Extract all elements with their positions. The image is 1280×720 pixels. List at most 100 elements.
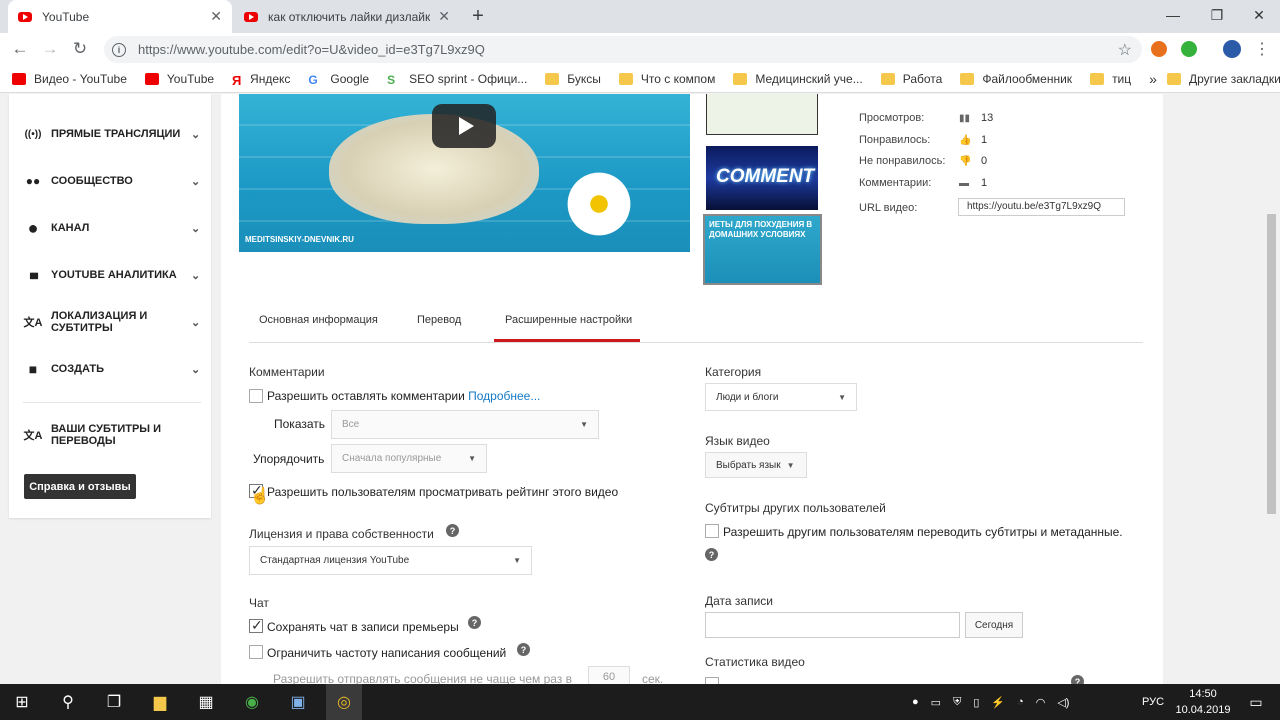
forward-icon[interactable]: →: [38, 37, 62, 61]
sidebar-item-analytics[interactable]: ▮▮▮ YOUTUBE АНАЛИТИКА ⌄: [23, 260, 203, 290]
help-feedback-button[interactable]: Справка и отзывы: [24, 474, 136, 499]
minimize-button[interactable]: —: [1150, 0, 1196, 30]
mouse-cursor-icon: ☝: [250, 488, 270, 505]
save-chat-checkbox[interactable]: [249, 617, 263, 634]
calculator-icon[interactable]: ▦: [188, 684, 224, 720]
allow-subtitles-checkbox[interactable]: [705, 524, 719, 538]
tray-icon[interactable]: ▯: [973, 696, 979, 709]
bookmark-folder[interactable]: Работа: [880, 72, 942, 86]
back-icon[interactable]: ←: [8, 37, 32, 61]
play-icon[interactable]: [432, 104, 496, 148]
folder-icon: [1166, 72, 1181, 85]
limit-seconds-input[interactable]: 60: [588, 666, 630, 684]
help-icon[interactable]: ?: [446, 524, 459, 537]
network-icon[interactable]: ◔: [1017, 696, 1024, 708]
app-icon[interactable]: ▣: [280, 684, 316, 720]
system-tray-icons[interactable]: ● ▭ ⛨ ▯ ⚡ ◔ ◠ ◁): [912, 684, 1069, 720]
bookmark-folder[interactable]: Что с компом: [618, 72, 715, 86]
address-bar[interactable]: i https://www.youtube.com/edit?o=U&video…: [104, 36, 1142, 63]
show-select[interactable]: Все ▼: [331, 410, 599, 439]
shield-icon[interactable]: ⛨: [953, 696, 961, 709]
thumbnail-text: COMMENT: [716, 166, 815, 187]
bookmark-label: Файлообменник: [982, 71, 1073, 86]
thumbnail-option-3-selected[interactable]: ИЕТЫ ДЛЯ ПОХУДЕНИЯ В ДОМАШНИХ УСЛОВИЯХ: [703, 214, 822, 285]
more-bookmarks-button[interactable]: »: [1149, 71, 1157, 87]
chrome-icon[interactable]: ◎: [326, 684, 362, 720]
allow-subtitles-label: Разрешить другим пользователям переводит…: [723, 525, 1123, 539]
help-icon[interactable]: ?: [1071, 675, 1084, 684]
bookmark-star-icon[interactable]: ☆: [1118, 40, 1132, 60]
video-stats-checkbox[interactable]: [705, 677, 719, 684]
bookmark-folder[interactable]: тиц: [1090, 72, 1131, 86]
menu-dots-icon[interactable]: ⋮: [1254, 39, 1270, 59]
steam-icon[interactable]: ●: [912, 696, 919, 708]
bookmark-folder[interactable]: Файлообменник: [960, 72, 1072, 86]
language-indicator[interactable]: РУС: [1142, 684, 1164, 720]
file-explorer-icon[interactable]: ▆: [142, 684, 178, 720]
windows-start-icon[interactable]: ⊞: [4, 684, 40, 720]
sidebar-item-subtitles[interactable]: 文A ВАШИ СУБТИТРЫ И ПЕРЕВОДЫ: [23, 420, 203, 450]
volume-icon[interactable]: ◁): [1057, 696, 1069, 709]
search-icon[interactable]: ⚲: [50, 684, 86, 720]
tab-advanced[interactable]: Расширенные настройки: [505, 298, 632, 342]
browser-tab-youtube[interactable]: YouTube ✕: [8, 0, 232, 33]
sidebar-item-channel[interactable]: ● КАНАЛ ⌄: [23, 213, 203, 243]
license-select[interactable]: Стандартная лицензия YouTube ▼: [249, 546, 532, 575]
browser-tab-search[interactable]: как отключить лайки дизлайк ✕: [234, 0, 460, 33]
other-bookmarks-folder[interactable]: Другие закладки: [1166, 72, 1280, 86]
wifi-icon[interactable]: ◠: [1036, 696, 1046, 709]
bookmark-item[interactable]: Видео - YouTube: [12, 72, 127, 86]
video-url-field[interactable]: https://youtu.be/e3Tg7L9xz9Q: [958, 198, 1125, 216]
url-text[interactable]: https://www.youtube.com/edit?o=U&video_i…: [138, 42, 485, 57]
notifications-icon[interactable]: ▭: [1238, 684, 1274, 720]
task-view-icon[interactable]: ❐: [96, 684, 132, 720]
likes-value: 👍 1: [959, 134, 987, 146]
language-select[interactable]: Выбрать язык ▼: [705, 452, 807, 478]
scrollbar-thumb[interactable]: [1267, 214, 1276, 514]
help-icon[interactable]: ?: [517, 643, 530, 656]
profile-avatar[interactable]: [1223, 40, 1241, 58]
category-select[interactable]: Люди и блоги ▼: [705, 383, 857, 411]
bookmark-item[interactable]: G Google: [308, 72, 369, 87]
youtube-icon: [12, 72, 26, 85]
site-info-icon[interactable]: i: [112, 42, 126, 57]
page-scrollbar[interactable]: [1263, 94, 1280, 684]
new-tab-button[interactable]: +: [466, 4, 490, 28]
bookmark-folder[interactable]: Медицинский уче...: [733, 72, 863, 86]
bookmark-label: Буксы: [567, 71, 601, 86]
thumbnail-option-1[interactable]: [706, 94, 818, 135]
extension-icon[interactable]: [1181, 41, 1197, 57]
reload-icon[interactable]: ↻: [68, 37, 92, 61]
help-icon[interactable]: ?: [705, 548, 718, 561]
bookmark-item[interactable]: S SEO sprint - Офици...: [387, 72, 527, 87]
record-date-input[interactable]: [705, 612, 960, 638]
bookmark-folder[interactable]: Буксы: [545, 72, 601, 86]
sidebar-item-localization[interactable]: 文A ЛОКАЛИЗАЦИЯ И СУБТИТРЫ ⌄: [23, 307, 203, 337]
tab-close-icon[interactable]: ✕: [210, 8, 222, 25]
sort-select[interactable]: Сначала популярные ▼: [331, 444, 487, 473]
tab-basic-info[interactable]: Основная информация: [259, 298, 378, 342]
bookmark-item[interactable]: YouTube: [144, 72, 214, 86]
thumbnail-option-2[interactable]: COMMENT: [706, 146, 818, 210]
tray-icon[interactable]: ⚡: [991, 696, 1005, 709]
window-close-button[interactable]: ✕: [1236, 0, 1280, 30]
sidebar-item-live[interactable]: ((•)) ПРЯМЫЕ ТРАНСЛЯЦИИ ⌄: [23, 119, 203, 149]
today-button[interactable]: Сегодня: [965, 612, 1023, 638]
bookmark-item[interactable]: Я Яндекс: [232, 72, 290, 88]
video-player[interactable]: MEDITSINSKIY-DNEVNIK.RU: [239, 94, 690, 252]
tray-icon[interactable]: ▭: [931, 696, 941, 709]
caret-down-icon: ▼: [513, 556, 521, 565]
maximize-button[interactable]: ❐: [1194, 0, 1240, 30]
allow-rating-label: Разрешить пользователям просматривать ре…: [267, 485, 619, 499]
sidebar-item-community[interactable]: ●● СООБЩЕСТВО ⌄: [23, 166, 203, 196]
tab-translation[interactable]: Перевод: [417, 298, 461, 342]
extension-icon[interactable]: [1151, 41, 1167, 57]
limit-chat-checkbox[interactable]: [249, 645, 263, 659]
tab-close-icon[interactable]: ✕: [438, 8, 450, 25]
allow-comments-checkbox[interactable]: [249, 389, 263, 403]
clock[interactable]: 14:50 10.04.2019: [1172, 686, 1234, 718]
learn-more-link[interactable]: Подробнее...: [468, 389, 540, 403]
sidebar-item-create[interactable]: ■ СОЗДАТЬ ⌄: [23, 354, 203, 384]
app-icon[interactable]: ◉: [234, 684, 270, 720]
help-icon[interactable]: ?: [468, 616, 481, 629]
